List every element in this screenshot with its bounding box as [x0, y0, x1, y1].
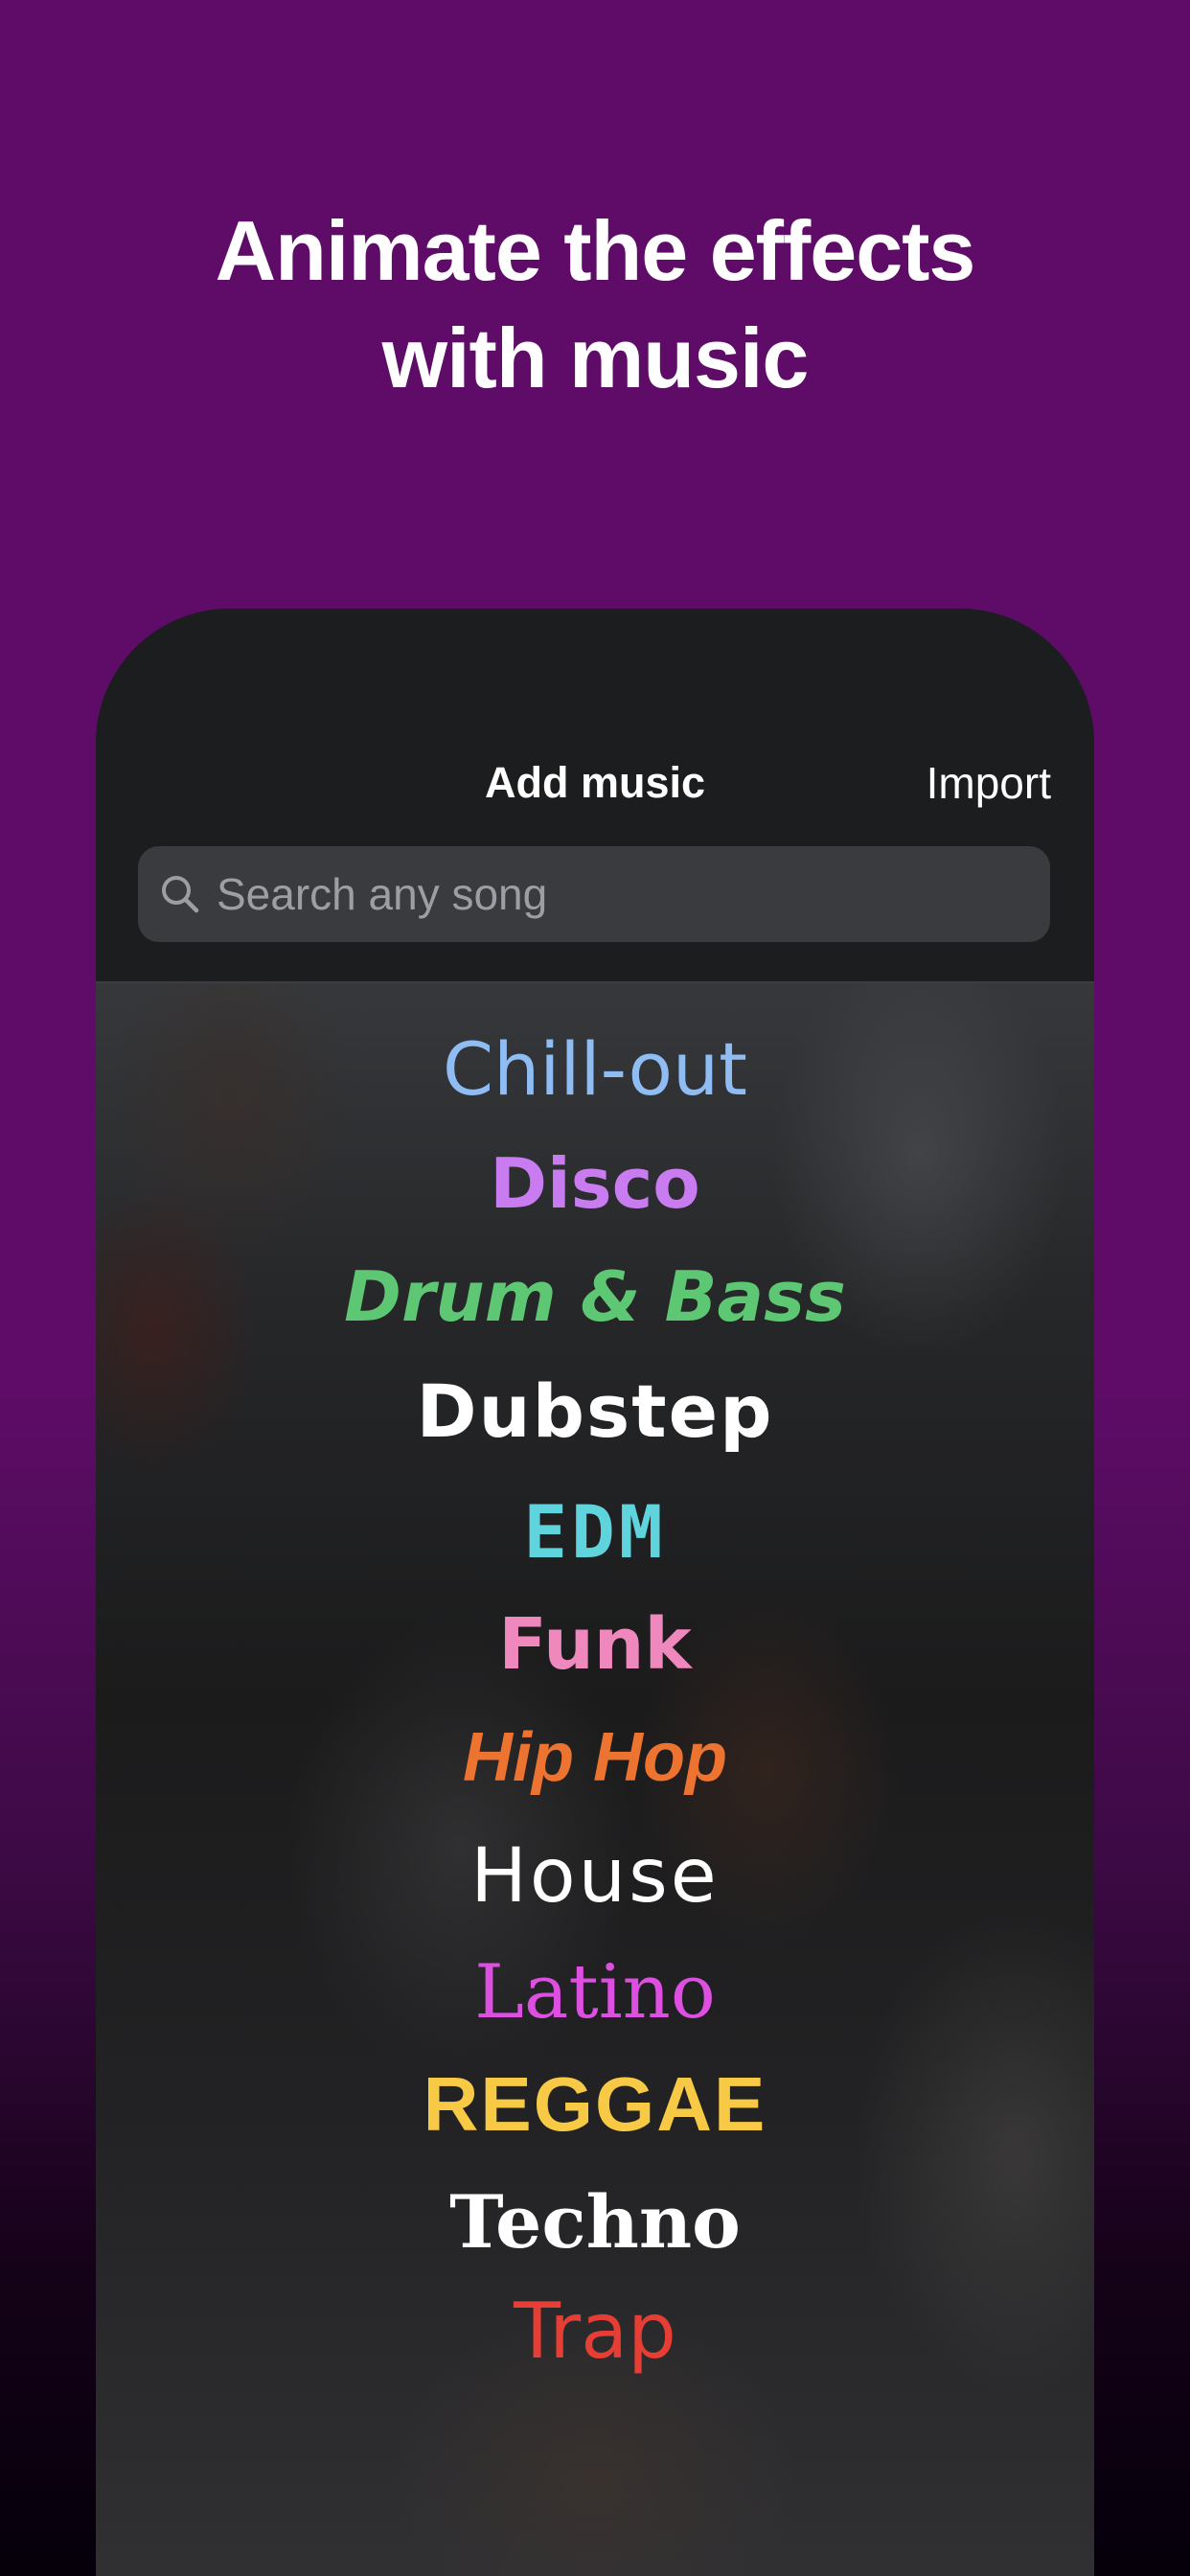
genre-list-area[interactable]: Chill-out Disco Drum & Bass Dubstep EDM … — [96, 983, 1094, 2576]
genre-funk[interactable]: Funk — [96, 1598, 1094, 1690]
phone-screen: Add music Import Chill-out Disco Drum & … — [96, 609, 1094, 2576]
genre-trap[interactable]: Trap — [96, 2284, 1094, 2380]
search-input[interactable] — [217, 846, 1031, 942]
genre-chill-out[interactable]: Chill-out — [96, 1024, 1094, 1116]
genre-hip-hop[interactable]: Hip Hop — [96, 1712, 1094, 1804]
genre-disco[interactable]: Disco — [96, 1140, 1094, 1227]
genre-reggae[interactable]: REGGAE — [96, 2058, 1094, 2150]
headline-line-1: Animate the effects — [215, 203, 976, 298]
headline: Animate the effects with music — [0, 197, 1190, 412]
genre-dubstep[interactable]: Dubstep — [96, 1366, 1094, 1458]
genre-edm[interactable]: EDM — [96, 1486, 1094, 1578]
search-icon — [162, 876, 199, 913]
headline-line-2: with music — [381, 310, 810, 405]
search-bar[interactable] — [138, 846, 1050, 942]
import-button[interactable]: Import — [927, 754, 1051, 812]
genre-drum-and-bass[interactable]: Drum & Bass — [96, 1254, 1094, 1340]
genre-techno[interactable]: Techno — [96, 2176, 1094, 2268]
genre-latino[interactable]: Latino — [96, 1946, 1094, 2038]
genre-house[interactable]: House — [96, 1830, 1094, 1922]
